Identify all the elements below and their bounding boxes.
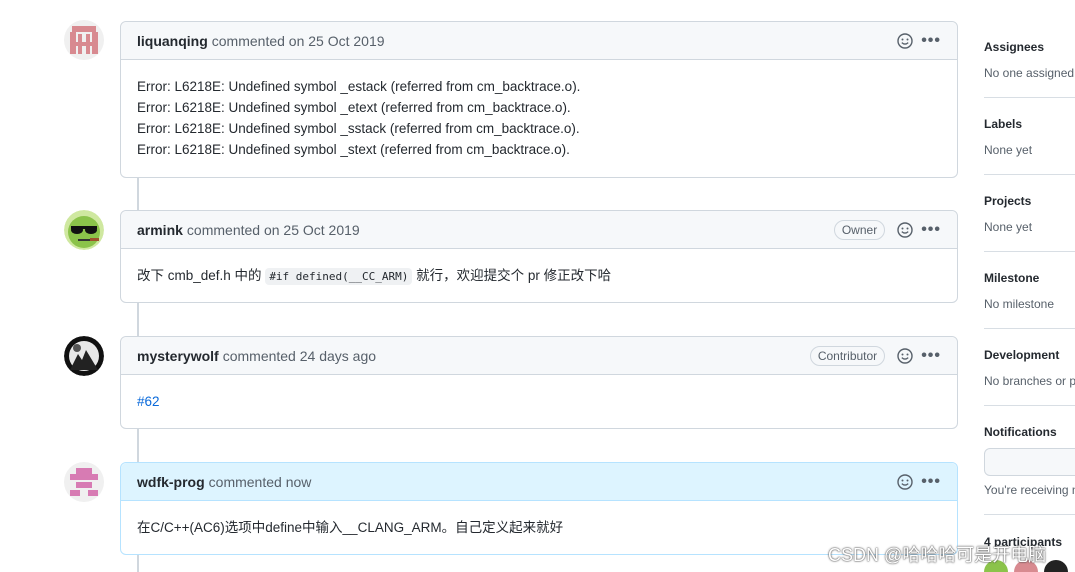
smiley-icon[interactable] — [897, 32, 913, 49]
divider — [984, 514, 1075, 515]
smiley-icon[interactable] — [897, 473, 913, 490]
sidebar-value: No branches or p — [984, 374, 1075, 388]
comment-text: 就行，欢迎提交个 pr 修正改下哈 — [416, 268, 612, 283]
inline-code: #if defined(__CC_ARM) — [265, 268, 413, 285]
comment-meta[interactable]: commented 24 days ago — [223, 348, 376, 364]
comment-header: wdfk-prog commented now ••• — [121, 463, 957, 501]
sidebar-notifications: Notifications — [984, 425, 1075, 439]
smiley-icon[interactable] — [897, 347, 913, 364]
comment-author[interactable]: mysterywolf — [137, 348, 219, 364]
divider — [984, 174, 1075, 175]
sidebar-title: Milestone — [984, 271, 1040, 285]
sidebar-title: Labels — [984, 117, 1023, 131]
sidebar-development[interactable]: Development No branches or p — [984, 348, 1075, 388]
sidebar-value: You're receiving n — [984, 483, 1075, 497]
comment-body: 改下 cmb_def.h 中的 #if defined(__CC_ARM) 就行… — [121, 249, 957, 303]
divider — [984, 328, 1075, 329]
error-line: Error: L6218E: Undefined symbol _estack … — [137, 79, 581, 94]
sidebar-value: None yet — [984, 220, 1033, 234]
issue-link[interactable]: #62 — [137, 394, 160, 409]
sidebar-assignees[interactable]: Assignees No one assigned — [984, 40, 1075, 80]
owner-badge: Owner — [833, 219, 886, 240]
smiley-icon[interactable] — [897, 221, 913, 238]
sidebar-title: Assignees — [984, 40, 1045, 54]
comment-author[interactable]: wdfk-prog — [137, 474, 205, 490]
comment-meta[interactable]: commented on 25 Oct 2019 — [212, 33, 385, 49]
avatar-liquanqing[interactable] — [64, 20, 104, 60]
sidebar-value: No one assigned — [984, 66, 1075, 80]
sidebar-value: No milestone — [984, 297, 1055, 311]
divider — [984, 405, 1075, 406]
kebab-icon[interactable]: ••• — [921, 473, 941, 489]
sidebar-labels[interactable]: Labels None yet — [984, 117, 1075, 157]
avatar-armink[interactable] — [64, 210, 104, 250]
comment-text: 改下 cmb_def.h 中的 — [137, 268, 262, 283]
participant-avatar[interactable] — [1044, 560, 1068, 572]
comment-header: mysterywolf commented 24 days ago Contri… — [121, 337, 957, 375]
comment-3: mysterywolf commented 24 days ago Contri… — [120, 336, 958, 429]
contributor-badge: Contributor — [809, 345, 886, 366]
avatar-mysterywolf[interactable] — [64, 336, 104, 376]
kebab-icon[interactable]: ••• — [921, 347, 941, 363]
comment-text: 在C/C++(AC6)选项中define中输入__CLANG_ARM。自己定义起… — [137, 520, 564, 535]
divider — [984, 251, 1075, 252]
comment-author[interactable]: armink — [137, 222, 183, 238]
comment-author[interactable]: liquanqing — [137, 33, 208, 49]
kebab-icon[interactable]: ••• — [921, 221, 941, 237]
subscribe-button[interactable] — [984, 448, 1075, 476]
sidebar-projects[interactable]: Projects None yet — [984, 194, 1075, 234]
sidebar-value: None yet — [984, 143, 1033, 157]
comment-2: armink commented on 25 Oct 2019 Owner ••… — [120, 210, 958, 303]
kebab-icon[interactable]: ••• — [921, 32, 941, 48]
sidebar-title: Projects — [984, 194, 1032, 208]
notification-status: You're receiving n — [984, 483, 1075, 497]
comment-meta[interactable]: commented on 25 Oct 2019 — [187, 222, 360, 238]
comment-body: Error: L6218E: Undefined symbol _estack … — [121, 60, 957, 176]
error-line: Error: L6218E: Undefined symbol _sstack … — [137, 121, 580, 136]
divider — [984, 97, 1075, 98]
comment-body: #62 — [121, 375, 957, 428]
comment-meta[interactable]: commented now — [209, 474, 312, 490]
error-line: Error: L6218E: Undefined symbol _etext (… — [137, 100, 571, 115]
sidebar-title: Notifications — [984, 425, 1057, 439]
error-line: Error: L6218E: Undefined symbol _stext (… — [137, 142, 570, 157]
comment-header: liquanqing commented on 25 Oct 2019 ••• — [121, 22, 957, 60]
sidebar-milestone[interactable]: Milestone No milestone — [984, 271, 1075, 311]
avatar-wdfk-prog[interactable] — [64, 462, 104, 502]
comment-header: armink commented on 25 Oct 2019 Owner ••… — [121, 211, 957, 249]
sidebar-title: Development — [984, 348, 1060, 362]
comment-1: liquanqing commented on 25 Oct 2019 ••• … — [120, 21, 958, 178]
watermark: CSDN @哈哈哈可是开电脑 — [828, 545, 1047, 565]
